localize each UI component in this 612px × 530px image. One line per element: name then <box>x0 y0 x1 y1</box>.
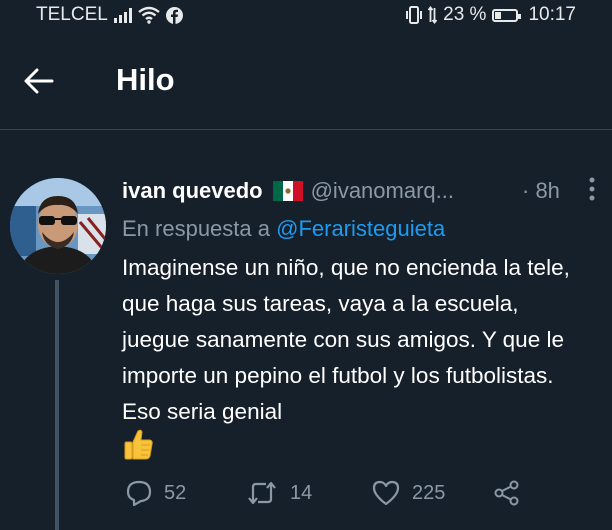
share-icon <box>494 480 519 506</box>
battery-level-fill <box>495 11 501 19</box>
status-right: 23 % 10:17 <box>406 4 612 26</box>
avatar-photo <box>10 178 106 274</box>
mexico-flag-icon <box>272 181 303 201</box>
clock: 10:17 <box>528 4 576 25</box>
tweet-time[interactable]: · 8h <box>522 178 560 204</box>
thread-line <box>55 280 59 530</box>
page-title: Hilo <box>116 62 175 97</box>
reply-context: En respuesta a @Feraristeguieta <box>122 216 445 242</box>
back-button[interactable] <box>22 64 56 98</box>
status-bar: TELCEL 23 % 10:17 <box>0 0 612 30</box>
reply-icon <box>126 480 152 506</box>
tweet[interactable]: ivan quevedo @ivanomarq... · 8h En respu… <box>0 130 612 530</box>
more-options-icon[interactable] <box>584 174 600 204</box>
heart-icon <box>372 480 400 506</box>
like-count: 225 <box>412 481 446 504</box>
thread-header: Hilo <box>0 44 612 130</box>
battery-percent: 23 % <box>443 4 487 25</box>
facebook-icon <box>165 6 183 24</box>
reply-count: 52 <box>164 481 187 504</box>
tweet-header: ivan quevedo @ivanomarq... · 8h <box>122 177 595 204</box>
tweet-text: Imaginense un niño, que no encienda la t… <box>122 255 570 424</box>
vibrate-icon <box>406 6 423 24</box>
reply-mention-link[interactable]: @Feraristeguieta <box>276 216 445 241</box>
author-name[interactable]: ivan quevedo <box>122 178 263 204</box>
reply-button[interactable]: 52 <box>126 480 186 506</box>
carrier-label: TELCEL <box>36 4 108 25</box>
tweet-actions: 52 14 225 <box>122 474 602 514</box>
signal-icon <box>113 7 132 23</box>
status-left: TELCEL <box>0 4 183 26</box>
retweet-count: 14 <box>290 481 313 504</box>
like-button[interactable]: 225 <box>372 480 445 506</box>
author-handle[interactable]: @ivanomarq... <box>311 178 454 204</box>
thumbs-up-emoji <box>124 429 153 460</box>
battery-icon <box>492 8 522 22</box>
data-arrows-icon <box>428 6 438 24</box>
retweet-icon <box>248 481 276 505</box>
retweet-button[interactable]: 14 <box>246 480 312 506</box>
avatar[interactable] <box>10 178 106 274</box>
reply-prefix: En respuesta a <box>122 216 270 241</box>
share-button[interactable] <box>494 480 520 506</box>
wifi-icon <box>138 6 160 24</box>
arrow-left-icon <box>24 68 54 94</box>
